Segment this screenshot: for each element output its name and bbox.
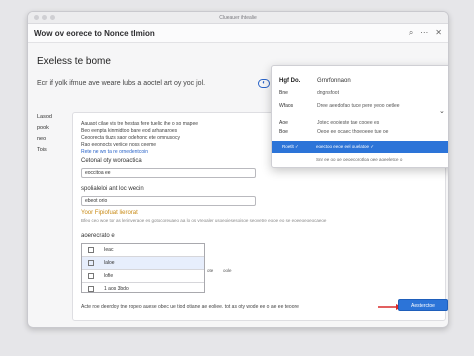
choice-label: laloe [104, 260, 115, 266]
app-window: Clueauer ihtealie Wow ov eorece to Nonce… [27, 11, 449, 328]
popover-value: Jotec eooieste tae cooee es [317, 120, 380, 126]
description-line: Rao eeonocts veriice noss ceeme [81, 142, 157, 148]
popover-row: Aoe Jotec eooieste tae cooee es [279, 120, 379, 126]
page-subheading: Ecr if yolk ifmue ave weare lubs a aocte… [37, 80, 206, 87]
sidebar-item[interactable]: Lasod [28, 112, 68, 123]
title-bar: Clueauer ihtealie [28, 12, 448, 24]
popover-subheading: Grnrfonnaon [317, 78, 351, 84]
selected-row-left: Roetlt ✓ [282, 144, 299, 149]
choice-label: 1 aos 3bdo [104, 286, 129, 292]
choice-tag: ote [207, 268, 214, 273]
hint-text: Bfeo ceo woe tor as lerinveraoe es gotoc… [81, 218, 327, 223]
search-icon[interactable]: ⌕ [409, 28, 413, 38]
chevron-down-icon[interactable]: ⌄ [439, 107, 445, 115]
popover-key: Boe [279, 129, 288, 135]
more-icon[interactable]: ⋯ [420, 28, 428, 38]
description-line: Ceoorecta tiuzs saor odehonc ete omnusoc… [81, 135, 180, 141]
checkbox[interactable] [88, 260, 94, 266]
window-title: Clueauer ihtealie [219, 14, 257, 21]
popover-key: Bne [279, 90, 288, 96]
toolbar: Wow ov eorece to Nonce tlmion ⌕ ⋯ ✕ [28, 24, 448, 43]
popover-key: Aoe [279, 120, 288, 126]
field1-label: Cetonal oty woroactica [81, 158, 142, 164]
popover-selected-row[interactable]: Roetlt ✓ eoectoo eeoe eel ouelatoe ✓ [272, 141, 448, 153]
description-link[interactable]: Rete ne wn ta re ornedentcoin [81, 149, 246, 156]
popover-row: Bne dngnsfoot [279, 90, 339, 96]
toggle-pill-icon[interactable]: ◐ [258, 79, 270, 88]
choice-row[interactable]: laloe [82, 257, 204, 270]
description-line: Aauaot cilae vis tre hestas fere tuelic … [81, 121, 199, 127]
popover-value: dngnsfoot [317, 90, 339, 96]
choice-tag: oole [223, 268, 232, 273]
footer-text: Acte roe deerdoy tne ropeo auese obec ue… [81, 304, 299, 310]
checkbox[interactable] [88, 247, 94, 253]
popover-key: Wfaos [279, 103, 294, 109]
continue-button[interactable]: Aesterctoe [398, 299, 448, 311]
choice-row[interactable]: 1 aos 3bdo [82, 283, 204, 295]
choice-label: Ieac [104, 247, 114, 253]
choice-label: lofie [104, 273, 114, 279]
choice-list: Ieac laloe lofie 1 aos 3bdo [81, 243, 205, 293]
selected-row-right: eoectoo eeoe eel ouelatoe ✓ [316, 144, 375, 149]
field2-input[interactable]: ebeot orio [81, 196, 256, 206]
form-description: Aauaot cilae vis tre hestas fere tuelic … [81, 121, 246, 156]
popover-row: Boe Oeoe ee ocaec thoeoeee tue oe [279, 129, 388, 135]
details-popover: Hgf Do. Grnrfonnaon Bne dngnsfoot Wfaos … [271, 65, 448, 168]
sidebar-item[interactable]: pook [28, 123, 68, 134]
checkbox[interactable] [88, 286, 94, 292]
field2-label: spolialeloi ant loc wecin [81, 186, 144, 192]
popover-heading: Hgf Do. [279, 78, 301, 84]
checkbox[interactable] [88, 273, 94, 279]
description-line: Beo eenpta kinmidtoo bare eod arhanaroes [81, 128, 178, 134]
popover-value: Oeoe ee ocaec thoeoeee tue oe [317, 129, 389, 135]
warning-label: Yoor Fipiofuat lierorat [81, 210, 138, 216]
sidebar: Lasod pook neo Tois [28, 112, 68, 252]
choice-heading: aoerecrato e [81, 233, 115, 239]
close-icon[interactable]: ✕ [435, 28, 442, 38]
sidebar-item[interactable]: neo [28, 134, 68, 145]
popover-value: Dree aeedofao tuce pere yeoo oetlee [317, 103, 400, 109]
field1-input[interactable]: eoccitoa ee [81, 168, 256, 178]
toolbar-title: Wow ov eorece to Nonce tlmion [34, 28, 155, 38]
popover-row: Wfaos Dree aeedofao tuce pere yeoo oetle… [279, 103, 400, 109]
page-heading: Exeless te bome [37, 56, 111, 67]
choice-row[interactable]: lofie [82, 270, 204, 283]
popover-footer: Snr ee oo oe oeoecorotloa oee aoeeletce … [316, 157, 403, 162]
sidebar-item[interactable]: Tois [28, 145, 68, 156]
choice-row[interactable]: Ieac [82, 244, 204, 257]
